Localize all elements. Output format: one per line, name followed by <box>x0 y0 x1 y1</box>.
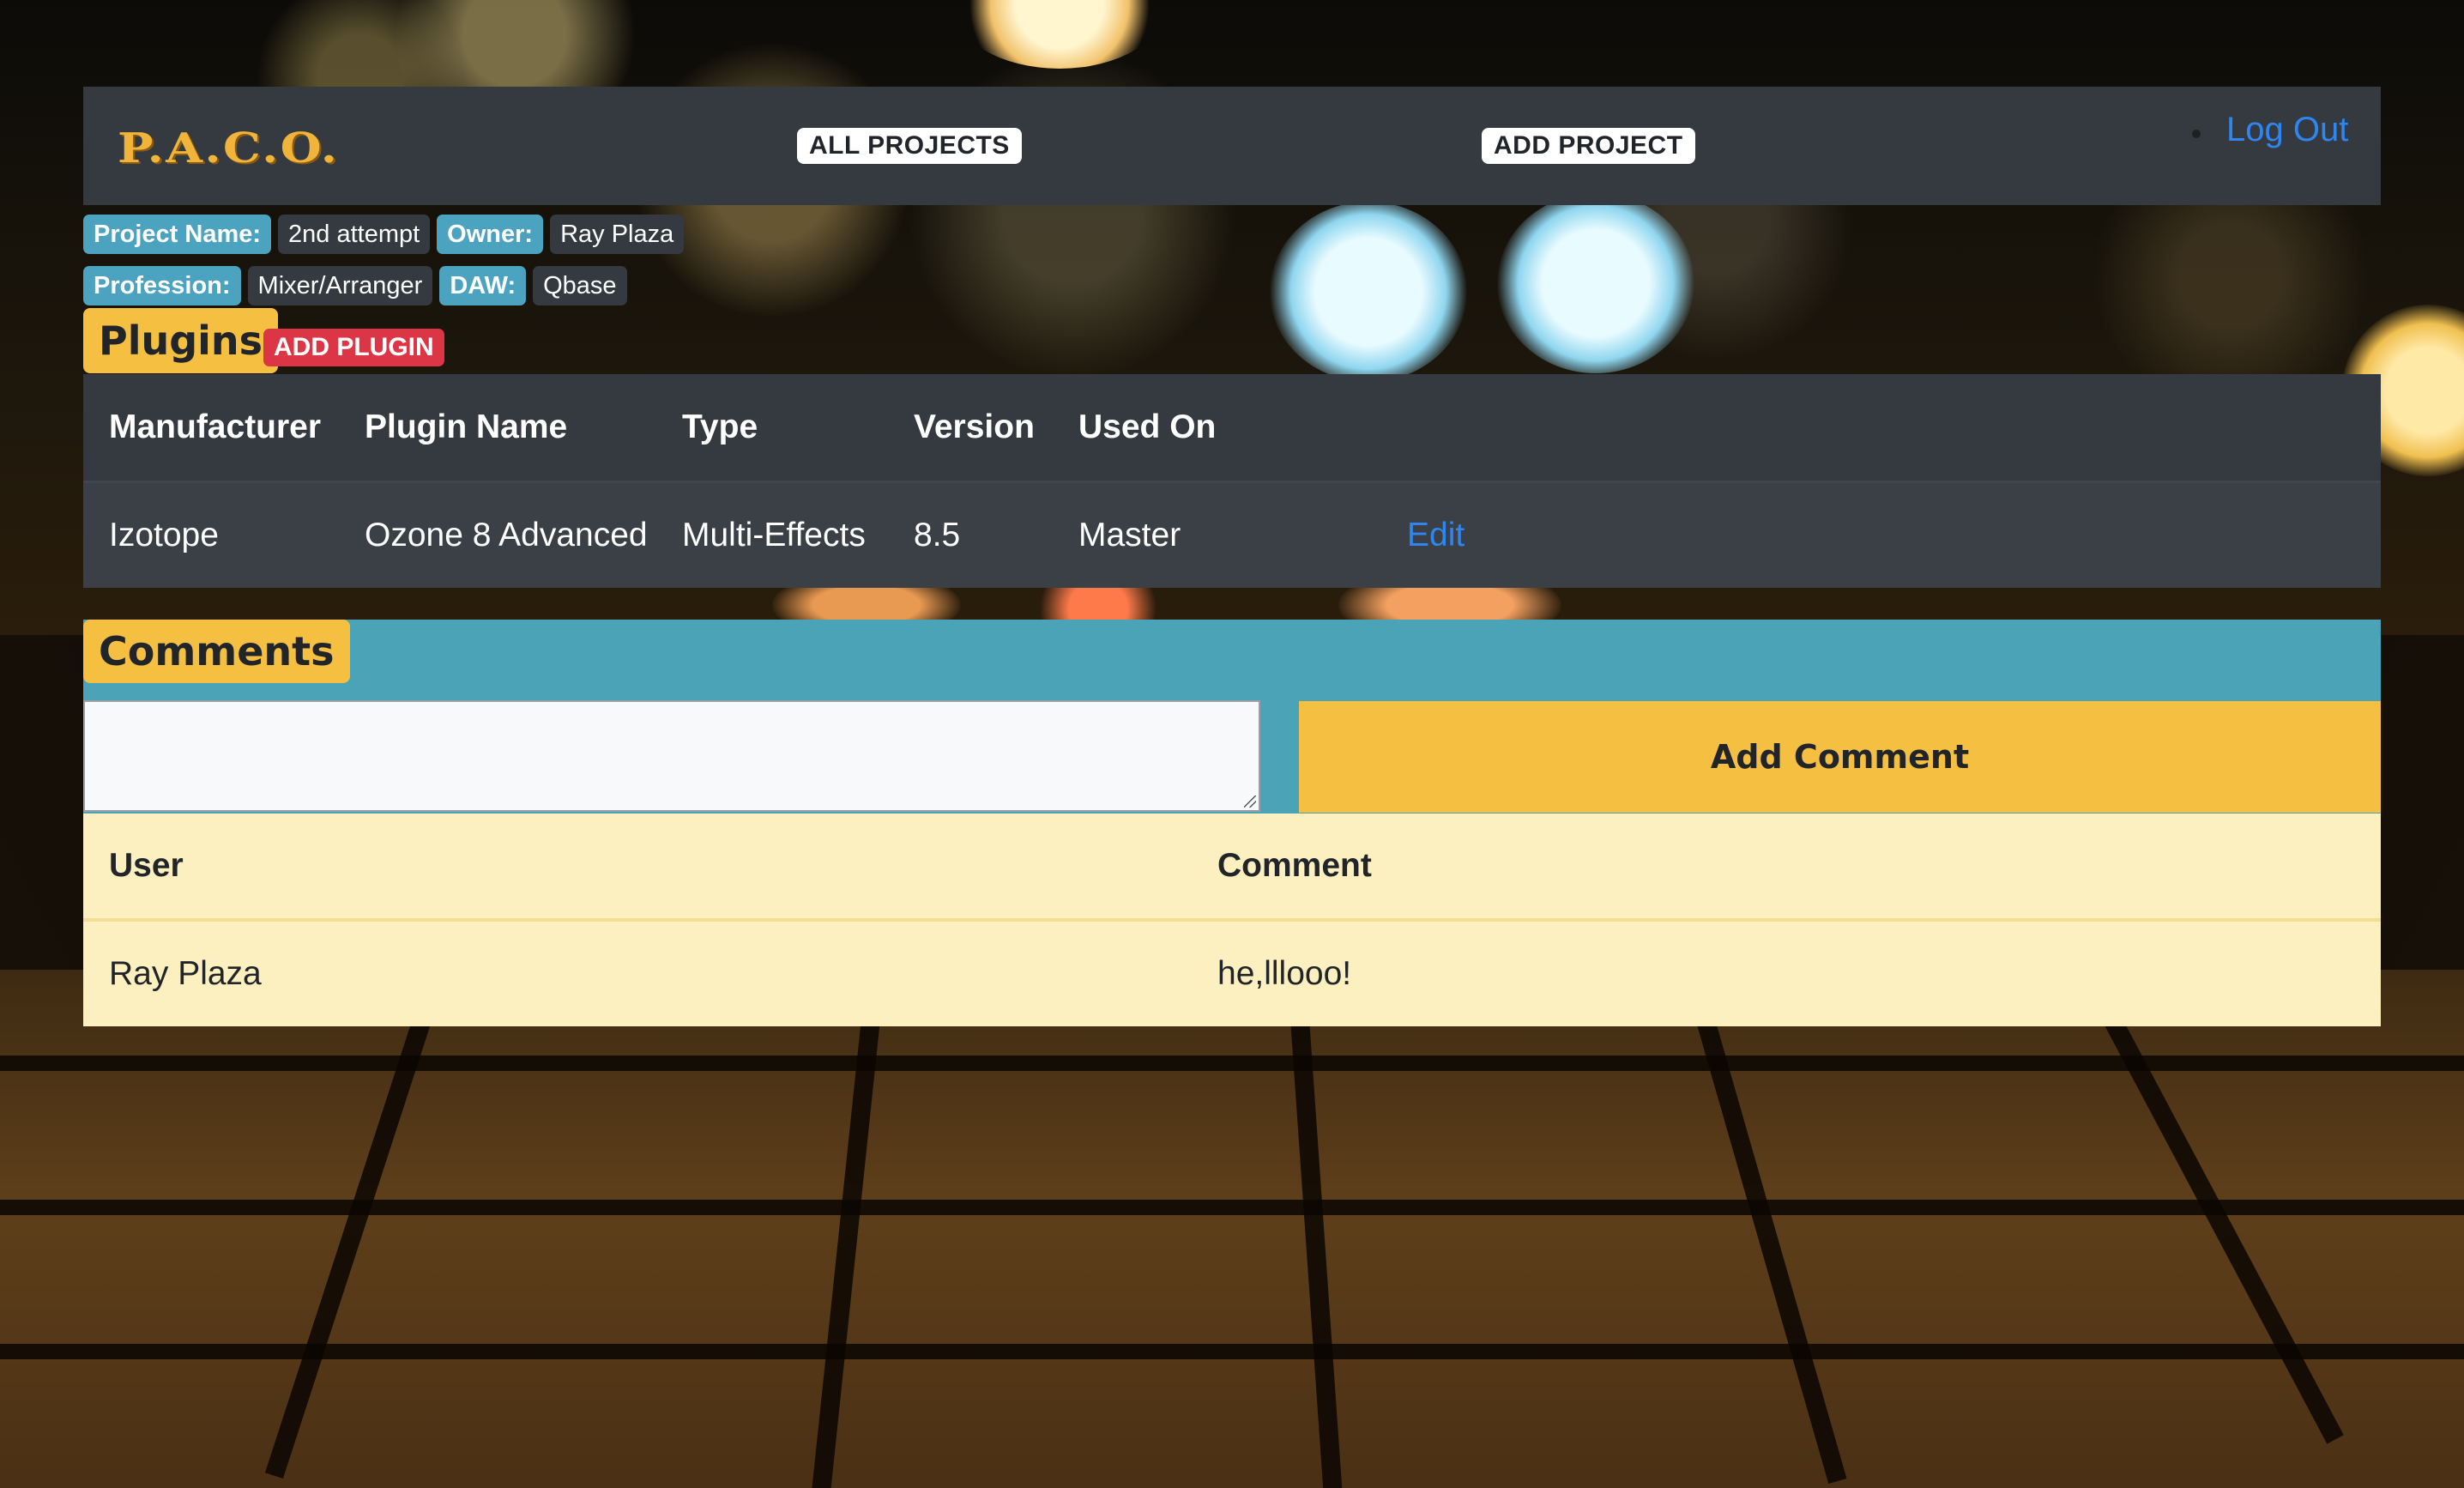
used-on-cell: Master <box>1053 481 1381 588</box>
brick-seam <box>1682 966 1847 1485</box>
comment-text-cell: he,lllooo! <box>1217 955 1352 992</box>
add-project-button[interactable]: ADD PROJECT <box>1482 128 1695 164</box>
light-orb <box>1270 202 1467 382</box>
brick-seam <box>264 966 448 1479</box>
app-logo[interactable]: P.A.C.O. <box>118 124 339 172</box>
top-navbar: P.A.C.O. ALL PROJECTS ADD PROJECT Log Ou… <box>83 87 2381 205</box>
brick-seam <box>1287 969 1344 1488</box>
project-info-row: Project Name: 2nd attempt Owner: Ray Pla… <box>83 215 685 254</box>
profession-label: Profession: <box>83 266 241 305</box>
daw-value: Qbase <box>533 266 627 305</box>
plugins-table: Manufacturer Plugin Name Type Version Us… <box>83 374 2381 588</box>
project-info-row: Profession: Mixer/Arranger DAW: Qbase <box>83 266 627 305</box>
light-orb <box>1497 193 1694 373</box>
add-comment-button[interactable]: Add Comment <box>1299 701 2381 813</box>
project-name-value: 2nd attempt <box>278 215 431 254</box>
brick-seam <box>2077 965 2344 1444</box>
column-header <box>1381 374 2381 483</box>
brick-floor <box>0 965 2464 1488</box>
logout-link[interactable]: Log Out <box>2226 107 2348 152</box>
owner-label: Owner: <box>437 215 544 254</box>
table-header-row: Manufacturer Plugin Name Type Version Us… <box>83 374 2381 483</box>
profession-value: Mixer/Arranger <box>247 266 433 305</box>
daw-label: DAW: <box>439 266 527 305</box>
column-header: Manufacturer <box>83 374 339 483</box>
comment-textarea[interactable] <box>83 700 1260 812</box>
column-header: Used On <box>1053 374 1381 483</box>
comments-heading: Comments <box>83 620 350 683</box>
plugins-heading: Plugins <box>83 308 279 373</box>
bullet-icon <box>2192 130 2201 138</box>
resize-handle-icon[interactable] <box>1244 795 1256 808</box>
table-row: Izotope Ozone 8 Advanced Multi-Effects 8… <box>83 481 2381 588</box>
comments-table: User Comment Ray Plaza he,lllooo! <box>83 814 2381 1026</box>
table-header-row: User Comment <box>83 814 2381 922</box>
column-header: User <box>83 814 1192 922</box>
column-header: Comment <box>1192 814 2381 922</box>
plugin-name-cell: Ozone 8 Advanced <box>339 481 656 588</box>
action-cell: Edit <box>1381 481 2381 588</box>
brick-seam <box>811 968 885 1488</box>
owner-value: Ray Plaza <box>550 215 685 254</box>
manufacturer-cell: Izotope <box>83 481 339 588</box>
all-projects-button[interactable]: ALL PROJECTS <box>797 128 1022 164</box>
table-row: Ray Plaza he,lllooo! <box>83 920 2381 1026</box>
column-header: Version <box>888 374 1053 483</box>
column-header: Type <box>656 374 888 483</box>
version-cell: 8.5 <box>888 481 1053 588</box>
column-header: Plugin Name <box>339 374 656 483</box>
add-plugin-button[interactable]: ADD PLUGIN <box>263 329 444 366</box>
comment-user-cell: Ray Plaza <box>109 955 262 992</box>
edit-plugin-link[interactable]: Edit <box>1407 517 1465 553</box>
project-name-label: Project Name: <box>83 215 272 254</box>
type-cell: Multi-Effects <box>656 481 888 588</box>
